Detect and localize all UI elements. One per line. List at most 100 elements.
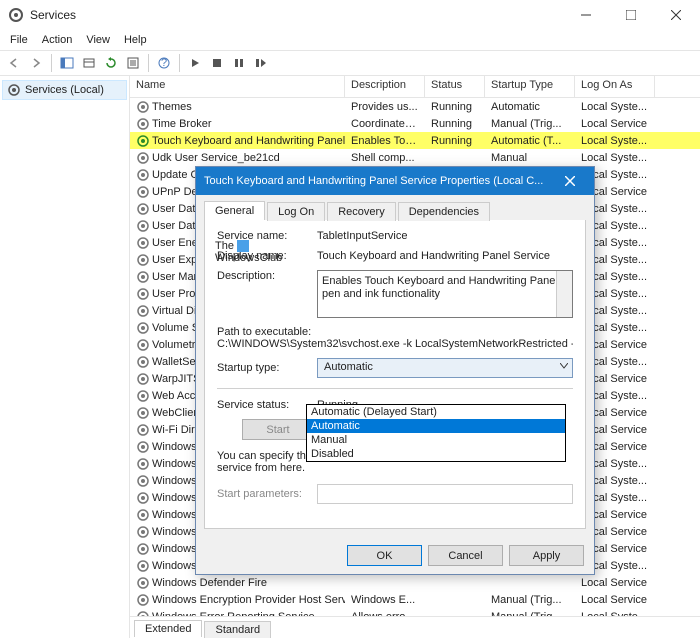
gear-icon	[136, 236, 150, 250]
service-startup: Automatic (T...	[485, 135, 575, 147]
start-button[interactable]: Start	[242, 419, 314, 440]
tab-logon[interactable]: Log On	[267, 202, 325, 221]
service-name: Time Broker	[152, 118, 212, 130]
cancel-button[interactable]: Cancel	[428, 545, 503, 566]
export-button[interactable]	[79, 53, 99, 73]
list-header: Name Description Status Startup Type Log…	[130, 76, 700, 98]
tree-pane: Services (Local)	[0, 76, 130, 638]
startup-type-select[interactable]: Automatic	[317, 358, 573, 378]
service-name: Udk User Service_be21cd	[152, 152, 280, 164]
gear-icon	[136, 457, 150, 471]
value-display-name: Touch Keyboard and Handwriting Panel Ser…	[317, 250, 573, 262]
gear-icon	[136, 134, 150, 148]
col-name[interactable]: Name	[130, 76, 345, 97]
service-row[interactable]: Time BrokerCoordinates...RunningManual (…	[130, 115, 700, 132]
service-row[interactable]: ThemesProvides us...RunningAutomaticLoca…	[130, 98, 700, 115]
gear-icon	[136, 423, 150, 437]
help-button[interactable]: ?	[154, 53, 174, 73]
option-automatic[interactable]: Automatic	[307, 419, 565, 433]
menu-action[interactable]: Action	[36, 32, 79, 48]
maximize-button[interactable]	[608, 1, 653, 29]
col-startup-type[interactable]: Startup Type	[485, 76, 575, 97]
gear-icon	[136, 219, 150, 233]
gear-icon	[136, 304, 150, 318]
option-manual[interactable]: Manual	[307, 433, 565, 447]
menubar: File Action View Help	[0, 30, 700, 50]
dialog-close-button[interactable]	[550, 169, 590, 193]
gear-icon	[136, 117, 150, 131]
tab-recovery[interactable]: Recovery	[327, 202, 395, 221]
tab-dependencies[interactable]: Dependencies	[398, 202, 490, 221]
dialog-title: Touch Keyboard and Handwriting Panel Ser…	[204, 175, 550, 187]
label-description: Description:	[217, 270, 317, 282]
label-service-name: Service name:	[217, 230, 317, 242]
minimize-button[interactable]	[563, 1, 608, 29]
gear-icon	[136, 406, 150, 420]
properties-button[interactable]	[123, 53, 143, 73]
label-display-name: Display name:	[217, 250, 317, 262]
scrollbar-icon[interactable]	[556, 271, 572, 317]
gear-icon	[136, 321, 150, 335]
gear-icon	[136, 542, 150, 556]
gear-icon	[136, 474, 150, 488]
tab-standard[interactable]: Standard	[204, 621, 271, 638]
gear-icon	[136, 491, 150, 505]
bottom-tabs: Extended Standard	[130, 616, 700, 638]
tree-services-local[interactable]: Services (Local)	[2, 80, 127, 100]
service-row[interactable]: Touch Keyboard and Handwriting Panel Ser…	[130, 132, 700, 149]
service-row[interactable]: Windows Encryption Provider Host Service…	[130, 591, 700, 608]
service-name: Windows Encryption Provider Host Service	[152, 594, 345, 606]
service-desc: Shell comp...	[345, 152, 425, 164]
gear-icon	[136, 270, 150, 284]
option-disabled[interactable]: Disabled	[307, 447, 565, 461]
startup-type-dropdown[interactable]: Automatic (Delayed Start) Automatic Manu…	[306, 404, 566, 462]
startup-type-value: Automatic	[318, 359, 572, 375]
col-description[interactable]: Description	[345, 76, 425, 97]
service-logon: Local Service	[575, 118, 655, 130]
service-status: Running	[425, 101, 485, 113]
menu-file[interactable]: File	[4, 32, 34, 48]
restart-service-button[interactable]	[251, 53, 271, 73]
forward-button[interactable]	[26, 53, 46, 73]
gear-icon	[136, 202, 150, 216]
gear-icon	[136, 253, 150, 267]
apply-button[interactable]: Apply	[509, 545, 584, 566]
back-button[interactable]	[4, 53, 24, 73]
gear-icon	[136, 508, 150, 522]
description-box[interactable]: Enables Touch Keyboard and Handwriting P…	[317, 270, 573, 318]
label-path: Path to executable:	[217, 326, 573, 338]
svg-text:?: ?	[161, 57, 167, 69]
window-title: Services	[30, 8, 563, 22]
start-params-input	[317, 484, 573, 504]
service-desc: Enables Tou...	[345, 135, 425, 147]
gear-icon	[136, 168, 150, 182]
col-status[interactable]: Status	[425, 76, 485, 97]
start-service-button[interactable]	[185, 53, 205, 73]
menu-view[interactable]: View	[80, 32, 116, 48]
close-button[interactable]	[653, 1, 698, 29]
tab-general[interactable]: General	[204, 201, 265, 220]
service-name: Windows Defender Fire	[152, 577, 267, 589]
service-desc: Windows E...	[345, 594, 425, 606]
ok-button[interactable]: OK	[347, 545, 422, 566]
service-row[interactable]: Windows Error Reporting ServiceAllows er…	[130, 608, 700, 616]
show-hide-tree-button[interactable]	[57, 53, 77, 73]
stop-service-button[interactable]	[207, 53, 227, 73]
label-start-params: Start parameters:	[217, 488, 317, 500]
refresh-button[interactable]	[101, 53, 121, 73]
service-logon: Local Service	[575, 577, 655, 589]
tab-extended[interactable]: Extended	[134, 620, 202, 637]
pause-service-button[interactable]	[229, 53, 249, 73]
properties-dialog: Touch Keyboard and Handwriting Panel Ser…	[195, 166, 595, 575]
col-log-on-as[interactable]: Log On As	[575, 76, 655, 97]
gear-icon	[136, 355, 150, 369]
dialog-titlebar[interactable]: Touch Keyboard and Handwriting Panel Ser…	[196, 167, 594, 195]
option-delayed[interactable]: Automatic (Delayed Start)	[307, 405, 565, 419]
service-row[interactable]: Windows Defender Fire Local Service	[130, 574, 700, 591]
toolbar: ?	[0, 50, 700, 76]
service-row[interactable]: Udk User Service_be21cdShell comp...Manu…	[130, 149, 700, 166]
menu-help[interactable]: Help	[118, 32, 153, 48]
gear-icon	[136, 100, 150, 114]
service-desc: Provides us...	[345, 101, 425, 113]
service-startup: Manual (Trig...	[485, 118, 575, 130]
